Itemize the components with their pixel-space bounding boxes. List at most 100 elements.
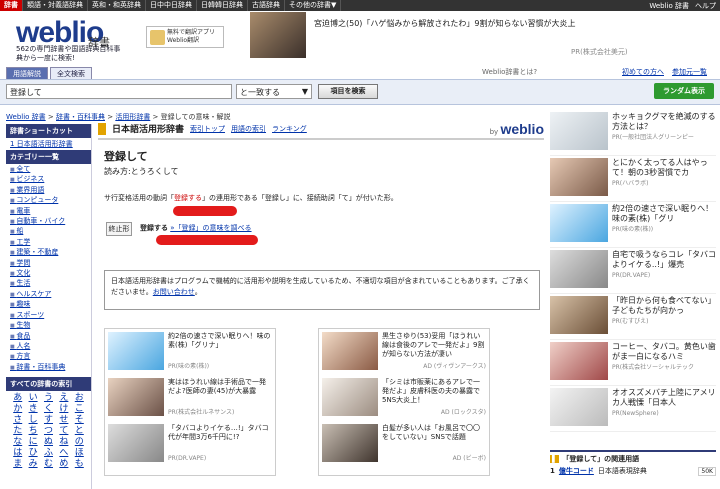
kana-link[interactable]: ま <box>10 459 25 470</box>
lookup-meaning-link[interactable]: »「登録」の意味を調べる <box>170 224 251 232</box>
right-ad-item[interactable]: オオスズメバチ上陸にアメリカ人戦慄「日本人 PR(NewSphere) <box>550 386 716 432</box>
kana-link[interactable]: の <box>72 437 87 448</box>
search-button[interactable]: 項目を検索 <box>318 84 378 99</box>
kana-link[interactable]: へ <box>56 448 71 459</box>
nav-english[interactable]: 英和・和英辞典 <box>88 0 146 11</box>
kana-link[interactable]: と <box>72 426 87 437</box>
nav-classical[interactable]: 古語辞典 <box>248 0 285 11</box>
category-item[interactable]: 船 <box>10 227 87 237</box>
kana-link[interactable]: た <box>10 426 25 437</box>
top-ad-text[interactable]: 宮迫博之(50)「ハゲ悩みから解放されたわ」9割が知らない習慣が大炎上 <box>314 18 576 29</box>
category-item[interactable]: ビジネス <box>10 175 87 185</box>
match-mode-select[interactable]: と一致する ▼ <box>236 84 312 99</box>
kana-link[interactable]: つ <box>41 426 56 437</box>
what-is-weblio[interactable]: Weblio辞書とは? <box>482 67 537 77</box>
first-time-link[interactable]: 初めての方へ <box>622 67 664 77</box>
category-item[interactable]: 趣味 <box>10 300 87 310</box>
category-item[interactable]: 辞書・百科事典 <box>10 363 87 373</box>
right-ad-item[interactable]: 約2倍の速さで深い眠りへ！味の素(株)「グリ PR(味の素(株)) <box>550 202 716 248</box>
category-item[interactable]: 人名 <box>10 342 87 352</box>
kana-link[interactable]: か <box>10 404 25 415</box>
kana-link[interactable]: め <box>56 459 71 470</box>
kana-link[interactable]: ほ <box>72 448 87 459</box>
top-ad-image[interactable] <box>250 12 306 58</box>
ranking-link[interactable]: ランキング <box>272 124 307 134</box>
ad-item[interactable]: 約2倍の速さで深い眠りへ！味の素(株)「グリナ」 PR(味の素(株)) <box>108 332 274 370</box>
kana-link[interactable]: す <box>41 415 56 426</box>
category-item[interactable]: 建築・不動産 <box>10 248 87 258</box>
translate-app-promo[interactable]: 無料で翻訳アプリ Weblio翻訳 <box>146 26 224 48</box>
category-item[interactable]: 全て <box>10 165 87 175</box>
kana-link[interactable]: み <box>25 459 40 470</box>
category-item[interactable]: ヘルスケア <box>10 290 87 300</box>
kana-link[interactable]: む <box>41 459 56 470</box>
kana-link[interactable]: て <box>56 426 71 437</box>
sources-link[interactable]: 参加元一覧 <box>672 67 707 77</box>
shortcut-item[interactable]: 1 日本語活用形辞書 <box>6 138 91 150</box>
kana-link[interactable]: お <box>72 393 87 404</box>
kana-link[interactable]: け <box>56 404 71 415</box>
contact-link[interactable]: お問い合わせ <box>153 288 195 296</box>
nav-korean[interactable]: 日韓韓日辞典 <box>197 0 248 11</box>
category-item[interactable]: コンピュータ <box>10 196 87 206</box>
ad-item[interactable]: 白髪が多い人は「お風呂で〇〇をしていない」SNSで話題 AD (ビーボ) <box>322 424 488 462</box>
right-ad-item[interactable]: ホッキョクグマを絶滅のする方法とは？ PR(一般社団法人グリーンピー <box>550 110 716 156</box>
category-item[interactable]: 電車 <box>10 207 87 217</box>
category-item[interactable]: 方言 <box>10 352 87 362</box>
right-ad-item[interactable]: 「昨日から何も食べてない」子どもたちが向かっ PR(むすびえ) <box>550 294 716 340</box>
ad-item[interactable]: 実はほうれい線は手術品で一発だよ?医師の妻(45)が大暴露 PR(株式会社ルネサン… <box>108 378 274 416</box>
random-button[interactable]: ランダム表示 <box>654 83 714 99</box>
nav-thesaurus[interactable]: 類語・対義語辞典 <box>23 0 88 11</box>
kana-link[interactable]: い <box>25 393 40 404</box>
kana-link[interactable]: ふ <box>41 448 56 459</box>
right-ad-item[interactable]: コーヒー、タバコ。黄色い歯がま一白になるハミ PR(株式会社ソーシャルテック <box>550 340 716 386</box>
crumb-weblio[interactable]: Weblio 辞書 <box>6 113 46 121</box>
kana-link[interactable]: そ <box>72 415 87 426</box>
related-word-link[interactable]: 億牛コード <box>559 466 594 476</box>
def-verb-link[interactable]: 登録する <box>174 194 202 202</box>
nav-help[interactable]: ヘルプ <box>695 1 716 11</box>
crumb-dictionaries[interactable]: 辞書・百科事典 <box>56 113 105 121</box>
kana-link[interactable]: あ <box>10 393 25 404</box>
kana-link[interactable]: こ <box>72 404 87 415</box>
kana-link[interactable]: え <box>56 393 71 404</box>
kana-link[interactable]: し <box>25 415 40 426</box>
ad-item[interactable]: 「シミは市販薬にあるアレで一発だよ」皮膚科医の夫の暴露で5NS大炎上！ AD (ロ… <box>322 378 488 416</box>
nav-dictionary[interactable]: 辞書 <box>0 0 23 11</box>
category-item[interactable]: 生活 <box>10 279 87 289</box>
nav-other-dicts[interactable]: その他の辞書▼ <box>285 0 342 11</box>
category-item[interactable]: 食品 <box>10 332 87 342</box>
crumb-conjugation[interactable]: 活用形辞書 <box>115 113 150 121</box>
category-item[interactable]: 学問 <box>10 259 87 269</box>
kana-link[interactable]: ぬ <box>41 437 56 448</box>
kana-link[interactable]: う <box>41 393 56 404</box>
ad-source: PR(株式会社ソーシャルテック <box>612 364 695 371</box>
kana-link[interactable]: ち <box>25 426 40 437</box>
right-ad-item[interactable]: 自宅で吸うならコレ「タバコよりイケる..!」爆売 PR(DR.VAPE) <box>550 248 716 294</box>
kana-link[interactable]: に <box>25 437 40 448</box>
kana-link[interactable]: も <box>72 459 87 470</box>
category-item[interactable]: 自動車・バイク <box>10 217 87 227</box>
kana-link[interactable]: せ <box>56 415 71 426</box>
category-item[interactable]: スポーツ <box>10 311 87 321</box>
kana-link[interactable]: き <box>25 404 40 415</box>
index-top-link[interactable]: 索引トップ <box>190 124 225 134</box>
category-item[interactable]: 工学 <box>10 238 87 248</box>
kana-link[interactable]: さ <box>10 415 25 426</box>
kana-link[interactable]: ね <box>56 437 71 448</box>
nav-weblio-dict[interactable]: Weblio 辞書 <box>649 1 689 11</box>
ad-item[interactable]: 「タバコよりイケる…!」タバコ代が年間3万6千円に!? PR(DR.VAPE) <box>108 424 274 462</box>
nav-chinese[interactable]: 日中中日辞典 <box>146 0 197 11</box>
category-item[interactable]: 生物 <box>10 321 87 331</box>
right-ad-item[interactable]: とにかく太ってる人はやって！朝の3秒習慣でカ PR(ハバラボ) <box>550 156 716 202</box>
kana-link[interactable]: く <box>41 404 56 415</box>
category-item[interactable]: 文化 <box>10 269 87 279</box>
search-input[interactable]: 登録して <box>6 84 232 99</box>
kana-link[interactable]: は <box>10 448 25 459</box>
term-index-link[interactable]: 用語の索引 <box>231 124 266 134</box>
kana-link[interactable]: ひ <box>25 448 40 459</box>
category-item[interactable]: 業界用語 <box>10 186 87 196</box>
dict-title[interactable]: 日本語活用形辞書 <box>112 122 184 135</box>
ad-item[interactable]: 黒生さゆり(53)妥用「ほうれい線は食後のアレで一発だよ」9割が知らない方法が凄… <box>322 332 488 370</box>
kana-link[interactable]: な <box>10 437 25 448</box>
